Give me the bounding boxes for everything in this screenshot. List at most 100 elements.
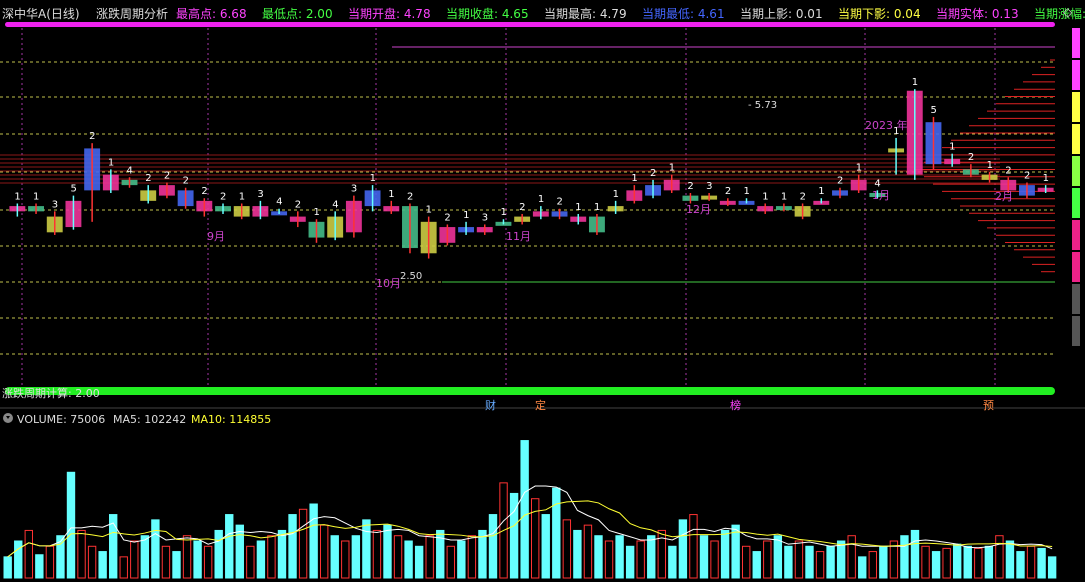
volume-bar-35	[372, 529, 382, 579]
volume-bar-24	[256, 540, 266, 579]
chart-canvas[interactable]: 1 1 3 5 2 1 4 2 2 2 2 2 1 3 4 2 1 4 3 1 1 2 1 2 1 3 1 2 1 2 1 1 1 1 2 1 2 3 2 1…	[0, 0, 1085, 582]
volume-bar-13	[140, 535, 150, 579]
volume-bar-14	[151, 519, 160, 579]
volume-bar-42	[446, 545, 455, 579]
count-label-14: 4	[276, 197, 282, 208]
volume-bar-7	[77, 529, 86, 579]
volume-bar-91	[963, 545, 972, 579]
volume-value: VOLUME: 75006	[17, 413, 106, 426]
count-label-54: 2	[1024, 171, 1030, 182]
count-label-28: 1	[538, 194, 544, 205]
count-label-38: 2	[725, 186, 731, 197]
volume-bar-33	[351, 535, 361, 579]
count-label-39: 1	[744, 186, 750, 197]
event-marker-1[interactable]: 定	[535, 397, 546, 413]
event-marker-3[interactable]: 预	[983, 397, 994, 413]
volume-bar-0	[3, 556, 12, 579]
volume-bar-53	[562, 519, 572, 579]
month-label-2: 11月	[506, 230, 531, 243]
volume-bar-26	[277, 529, 287, 579]
volume-bar-60	[636, 540, 645, 579]
count-label-30: 1	[575, 202, 581, 213]
cycle-calc-label: 涨跌周期计算: 2.00	[2, 387, 100, 400]
volume-bar-44	[467, 535, 477, 579]
volume-bar-3	[35, 554, 44, 579]
volume-bar-55	[583, 524, 593, 579]
event-marker-0[interactable]: 财	[485, 397, 496, 413]
count-label-6: 4	[127, 165, 133, 176]
count-label-40: 1	[762, 191, 768, 202]
volume-bar-64	[678, 519, 688, 579]
volume-bar-88	[931, 551, 941, 579]
volume-bar-98	[1037, 547, 1046, 579]
count-label-22: 1	[426, 205, 432, 216]
volume-bar-89	[942, 547, 951, 579]
count-label-33: 1	[631, 173, 637, 184]
count-label-21: 2	[407, 191, 413, 202]
top-bar	[5, 22, 1055, 27]
volume-bar-40	[425, 535, 434, 579]
volume-bar-85	[900, 535, 909, 579]
volume-bar-21	[225, 514, 234, 579]
count-label-52: 1	[987, 160, 993, 171]
volume-bar-39	[414, 545, 424, 579]
count-label-31: 1	[594, 202, 600, 213]
count-label-35: 1	[669, 163, 675, 174]
scale-block-1	[1072, 60, 1080, 90]
count-label-18: 3	[351, 184, 357, 195]
month-label-4: 2023 年	[865, 118, 908, 132]
count-label-1: 1	[33, 191, 39, 202]
volume-bar-1	[14, 540, 23, 579]
count-label-55: 1	[1043, 173, 1049, 184]
month-label-0: 9月	[207, 230, 225, 243]
volume-bar-15	[161, 545, 171, 579]
volume-bar-75	[794, 540, 804, 579]
count-label-49: 5	[930, 105, 936, 116]
volume-bar-23	[246, 545, 255, 579]
count-label-44: 2	[837, 176, 843, 187]
volume-bar-27	[288, 514, 297, 579]
volume-bar-38	[404, 540, 413, 579]
ma10-value: MA10: 114855	[191, 413, 272, 426]
scale-block-6	[1072, 220, 1080, 250]
volume-bar-16	[172, 551, 181, 579]
count-label-51: 2	[968, 152, 974, 163]
count-label-32: 1	[613, 189, 619, 200]
count-label-3: 5	[70, 184, 76, 195]
calc-bar	[5, 387, 1055, 395]
volume-bar-30	[320, 524, 329, 579]
count-label-20: 1	[388, 189, 394, 200]
ma10-line	[7, 500, 1053, 558]
count-label-17: 4	[332, 199, 338, 210]
volume-bar-25	[267, 535, 276, 579]
count-label-24: 1	[463, 210, 469, 221]
volume-bar-80	[847, 535, 856, 579]
volume-bar-93	[984, 545, 994, 579]
scale-block-9	[1072, 316, 1080, 346]
volume-bar-67	[710, 540, 719, 579]
count-label-45: 1	[856, 163, 862, 174]
volume-bar-96	[1016, 551, 1025, 579]
volume-bar-57	[604, 540, 614, 579]
volume-bar-32	[341, 540, 350, 579]
count-label-16: 1	[313, 207, 319, 218]
count-label-37: 3	[706, 181, 712, 192]
month-label-1: 10月	[376, 277, 401, 290]
volume-bar-90	[953, 543, 962, 579]
count-label-43: 1	[818, 186, 824, 197]
event-marker-2[interactable]: 榜	[730, 397, 741, 413]
volume-bar-17	[182, 535, 192, 579]
scale-block-0	[1072, 28, 1080, 58]
count-label-34: 2	[650, 168, 656, 179]
low-annotation: 2.50	[400, 271, 422, 282]
count-label-2: 3	[52, 199, 58, 210]
volume-bar-86	[910, 529, 920, 579]
count-label-10: 2	[201, 186, 207, 197]
volume-bar-56	[594, 535, 603, 579]
collapse-icon[interactable]	[3, 413, 13, 423]
scale-block-8	[1072, 284, 1080, 314]
volume-bar-20	[214, 529, 223, 579]
volume-bar-31	[330, 535, 339, 579]
volume-bar-76	[805, 545, 814, 579]
volume-bar-95	[1005, 540, 1015, 579]
